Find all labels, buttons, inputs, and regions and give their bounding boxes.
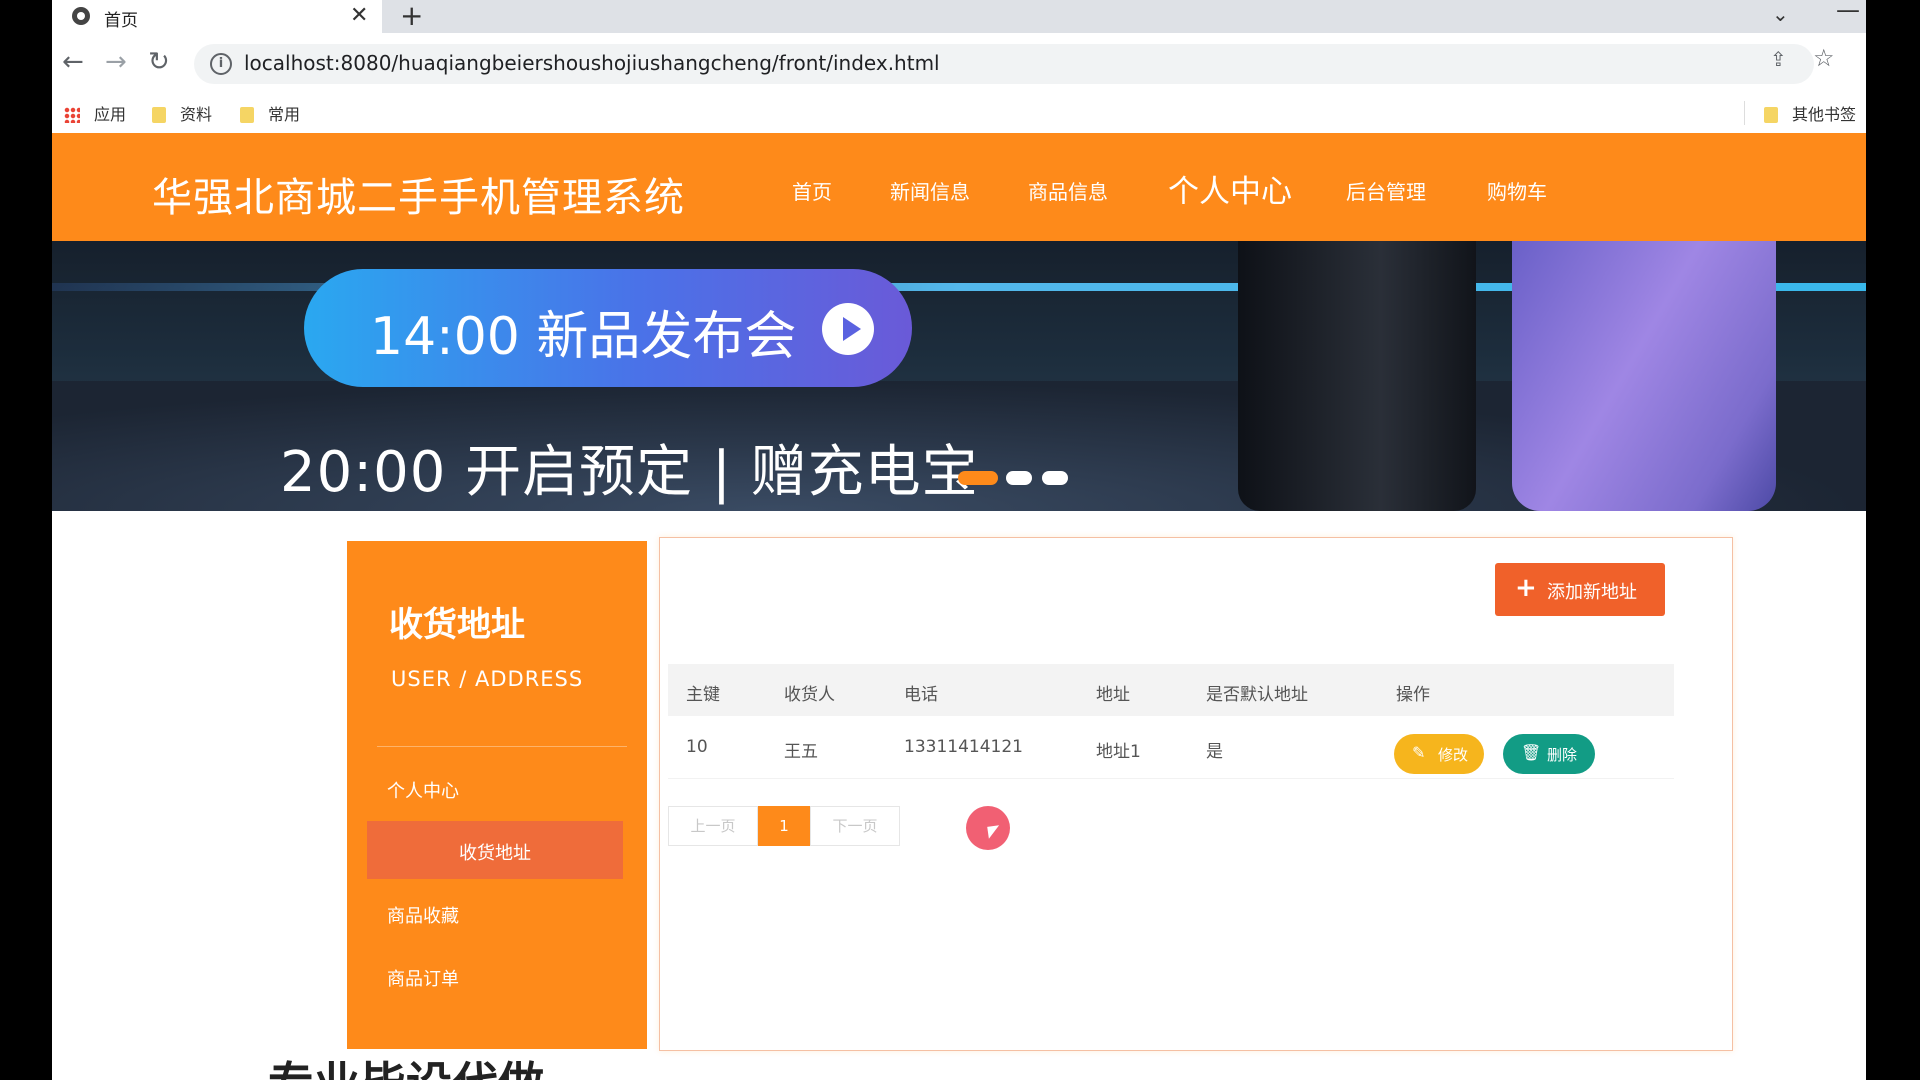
folder-icon bbox=[240, 107, 254, 123]
browser-window: 首页 ✕ + ⌄ — ← → ↻ i localhost:8080/huaqia… bbox=[52, 0, 1866, 1080]
address-bar[interactable]: i localhost:8080/huaqiangbeiershoushojiu… bbox=[194, 44, 1814, 84]
cell-id: 10 bbox=[686, 737, 708, 757]
nav-news[interactable]: 新闻信息 bbox=[890, 176, 970, 205]
site-info-icon[interactable]: i bbox=[210, 53, 232, 75]
bookmarks-divider bbox=[1744, 101, 1745, 125]
carousel-dot-2[interactable] bbox=[1006, 471, 1032, 485]
nav-user-center[interactable]: 个人中心 bbox=[1168, 166, 1292, 211]
plus-icon: + bbox=[1515, 573, 1537, 603]
page-1-button[interactable]: 1 bbox=[758, 806, 810, 846]
url-text[interactable]: localhost:8080/huaqiangbeiershoushojiush… bbox=[244, 51, 940, 75]
folder-icon bbox=[152, 107, 166, 123]
carousel-dot-1[interactable] bbox=[958, 471, 998, 485]
phone-purple-image bbox=[1512, 241, 1776, 511]
edit-button[interactable]: ✎ 修改 bbox=[1394, 734, 1484, 774]
sidebar-item-address[interactable]: 收货地址 bbox=[367, 821, 623, 879]
cell-name: 王五 bbox=[784, 742, 818, 762]
browser-tab[interactable]: 首页 ✕ bbox=[52, 0, 382, 33]
nav-products[interactable]: 商品信息 bbox=[1028, 176, 1108, 205]
tab-strip: 首页 ✕ + ⌄ — bbox=[52, 0, 1866, 33]
cell-default: 是 bbox=[1206, 742, 1223, 762]
tab-title: 首页 bbox=[104, 11, 138, 31]
sidebar-item-user-center[interactable]: 个人中心 bbox=[387, 777, 459, 803]
mouse-cursor-icon bbox=[987, 825, 1001, 839]
toolbar: ← → ↻ i localhost:8080/huaqiangbeiershou… bbox=[52, 33, 1866, 93]
hero-banner[interactable]: 14:00 新品发布会 20:00 开启预定 | 赠充电宝 bbox=[52, 241, 1866, 511]
phone-dark-image bbox=[1238, 241, 1476, 511]
prev-page-button[interactable]: 上一页 bbox=[668, 806, 758, 846]
table-header: 主键 收货人 电话 地址 是否默认地址 操作 bbox=[668, 664, 1674, 716]
bookmark-star-icon[interactable]: ☆ bbox=[1813, 44, 1835, 72]
new-tab-button[interactable]: + bbox=[400, 0, 423, 32]
nav-cart[interactable]: 购物车 bbox=[1487, 176, 1547, 205]
close-tab-icon[interactable]: ✕ bbox=[350, 3, 368, 28]
bookmark-apps[interactable]: 应用 bbox=[64, 101, 126, 125]
nav-home[interactable]: 首页 bbox=[792, 176, 832, 205]
back-button[interactable]: ← bbox=[62, 47, 84, 77]
site-title: 华强北商城二手手机管理系统 bbox=[152, 175, 685, 221]
bookmark-folder-ziliao[interactable]: 资料 bbox=[152, 101, 212, 125]
launch-time-text: 14:00 新品发布会 bbox=[370, 307, 797, 367]
reload-button[interactable]: ↻ bbox=[148, 47, 170, 77]
launch-pill: 14:00 新品发布会 bbox=[304, 269, 912, 387]
trash-icon: 🗑 bbox=[1521, 743, 1542, 762]
bookmarks-bar: 应用 资料 常用 其他书签 bbox=[52, 93, 1866, 134]
column-header: 电话 bbox=[904, 685, 938, 705]
sidebar-subtitle: USER / ADDRESS bbox=[391, 667, 584, 691]
globe-icon bbox=[72, 7, 90, 25]
column-header: 操作 bbox=[1396, 685, 1430, 705]
nav-admin[interactable]: 后台管理 bbox=[1346, 176, 1426, 205]
next-page-button[interactable]: 下一页 bbox=[810, 806, 900, 846]
sidebar-item-orders[interactable]: 商品订单 bbox=[387, 965, 459, 991]
bookmark-folder-other[interactable]: 其他书签 bbox=[1764, 101, 1856, 125]
delete-button[interactable]: 🗑 删除 bbox=[1503, 734, 1595, 774]
pencil-icon: ✎ bbox=[1412, 743, 1426, 762]
share-icon[interactable]: ⇪ bbox=[1770, 47, 1787, 71]
folder-icon bbox=[1764, 107, 1778, 123]
column-header: 是否默认地址 bbox=[1206, 685, 1308, 705]
tab-search-icon[interactable]: ⌄ bbox=[1772, 2, 1789, 26]
sidebar-item-favorites[interactable]: 商品收藏 bbox=[387, 902, 459, 928]
sidebar-title: 收货地址 bbox=[389, 605, 525, 645]
overlay-caption: 专业毕设代做 bbox=[268, 1048, 544, 1080]
user-sidebar: 收货地址 USER / ADDRESS 个人中心 收货地址 商品收藏 商品订单 bbox=[347, 541, 647, 1049]
cell-address: 地址1 bbox=[1096, 742, 1141, 762]
minimize-window-button[interactable]: — bbox=[1836, 0, 1860, 24]
add-address-button[interactable]: + 添加新地址 bbox=[1495, 563, 1665, 616]
column-header: 地址 bbox=[1096, 685, 1130, 705]
banner-subtitle: 20:00 开启预定 | 赠充电宝 bbox=[280, 440, 979, 505]
bookmark-folder-changyong[interactable]: 常用 bbox=[240, 101, 300, 125]
address-panel: + 添加新地址 主键 收货人 电话 地址 是否默认地址 操作 10 王五 133… bbox=[659, 537, 1733, 1051]
column-header: 收货人 bbox=[784, 685, 835, 705]
column-header: 主键 bbox=[686, 685, 720, 705]
sidebar-divider bbox=[377, 746, 627, 747]
forward-button[interactable]: → bbox=[105, 47, 127, 77]
cell-phone: 13311414121 bbox=[904, 737, 1023, 757]
site-header: 华强北商城二手手机管理系统 首页 新闻信息 商品信息 个人中心 后台管理 购物车 bbox=[52, 133, 1866, 241]
carousel-dot-3[interactable] bbox=[1042, 471, 1068, 485]
apps-grid-icon bbox=[64, 107, 80, 123]
play-icon bbox=[822, 303, 874, 355]
